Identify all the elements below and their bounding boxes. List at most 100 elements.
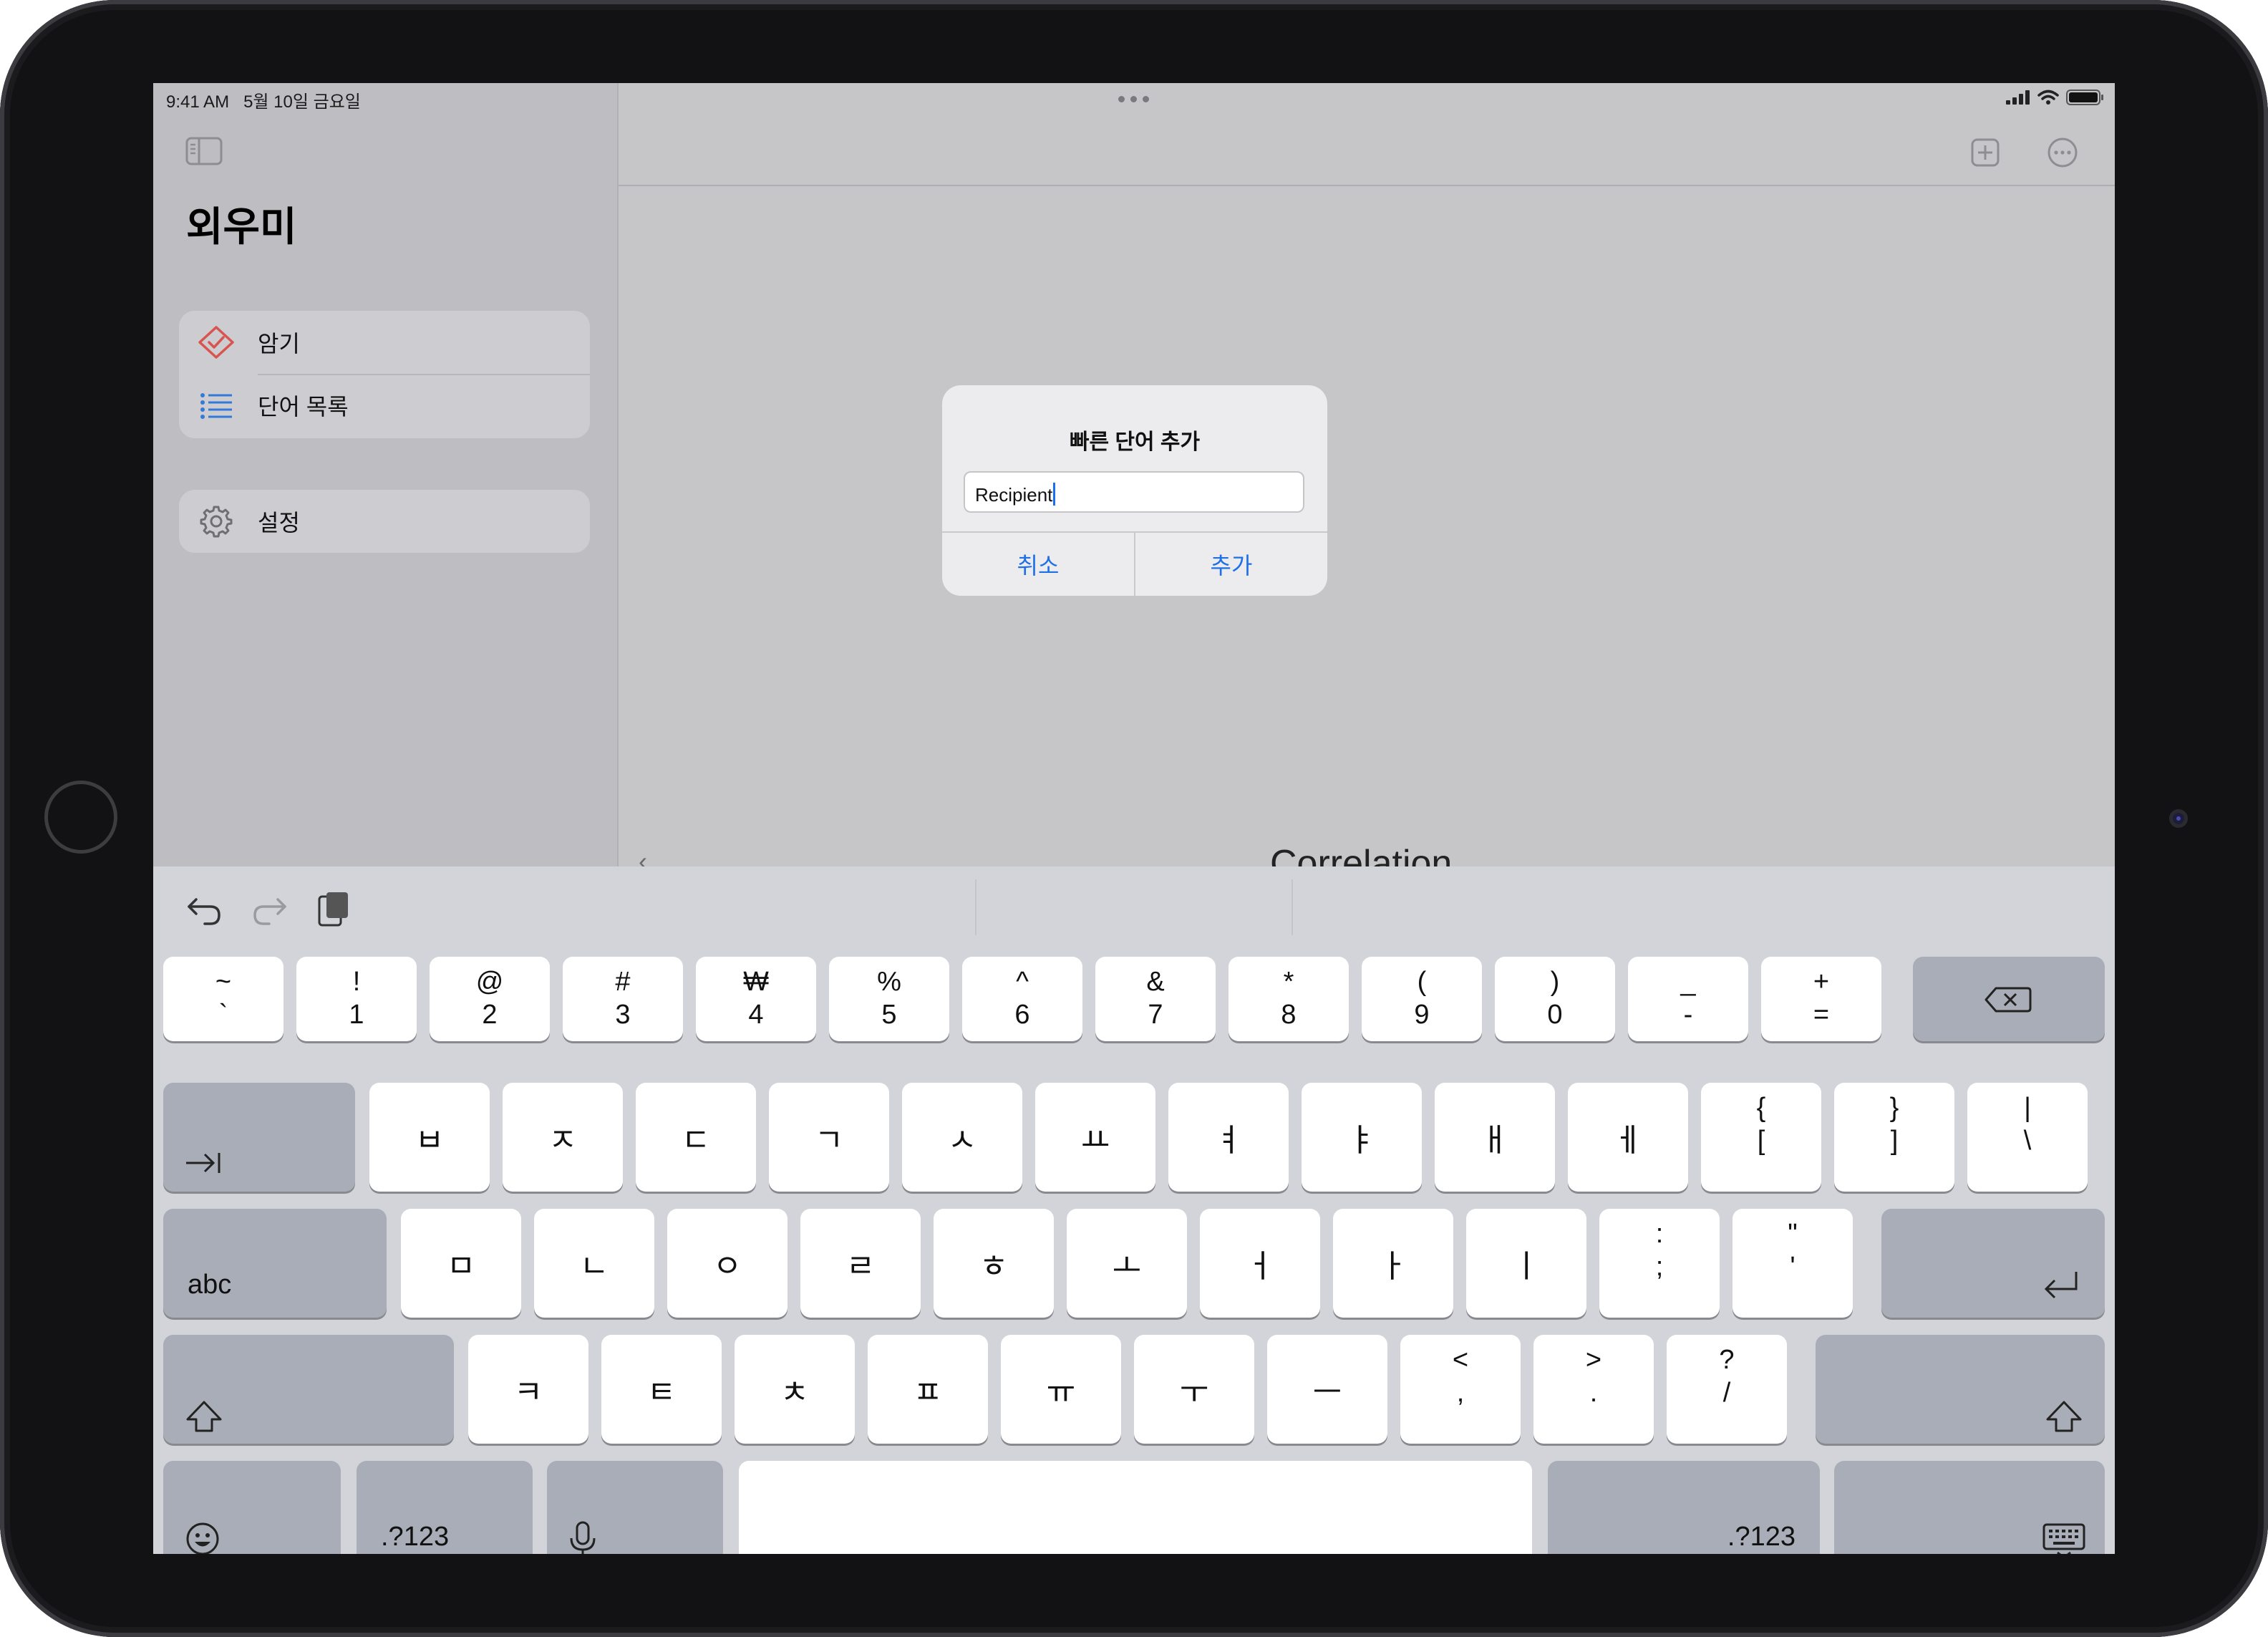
key-hangul[interactable]: ㄷ [636, 1083, 756, 1192]
sidebar-toggle-icon[interactable] [185, 136, 223, 166]
key-hangul[interactable]: ㅂ [369, 1083, 490, 1192]
key-symbol[interactable]: }] [1834, 1083, 1954, 1192]
key-hangul[interactable]: ㅛ [1035, 1083, 1155, 1192]
key-hangul[interactable]: ㅅ [902, 1083, 1022, 1192]
add-icon[interactable] [1967, 135, 2003, 170]
paste-icon[interactable] [315, 889, 352, 928]
ipad-device-frame: 9:41 AM 5월 10일 금요일 외우미 암기 단어 목록 설정 ‹ Cor… [0, 0, 2268, 1637]
keyboard: ~ `! 1 @2 #3 ₩4% 5 ^ 6 & 7 * 8(9) 0 _ - + = ㅂㅈㄷㄱㅅ ㅛ ㅕ ㅑ ㅐ ㅔ {[}… [153, 866, 2115, 1554]
numbers-key-right[interactable]: .?123 [1548, 1461, 1820, 1554]
shift-key-left[interactable] [163, 1335, 454, 1444]
key-symbol[interactable]: <, [1400, 1335, 1521, 1444]
key-hangul[interactable]: ㅕ [1168, 1083, 1289, 1192]
more-options-icon[interactable] [2045, 135, 2080, 170]
cancel-button[interactable]: 취소 [942, 533, 1134, 596]
key-char: ㅔ [1613, 1123, 1643, 1158]
shift-key-right[interactable] [1816, 1335, 2105, 1444]
key-shift-char: { [1756, 1093, 1766, 1123]
key-6[interactable]: % 5 [829, 957, 949, 1041]
diamond-check-icon [198, 326, 234, 359]
tab-arrow-icon [186, 1153, 220, 1173]
word-input[interactable]: Recipient [964, 471, 1304, 513]
sidebar-item-word-list[interactable]: 단어 목록 [179, 374, 590, 437]
key-shift-char: ) [1550, 967, 1560, 997]
key-7[interactable]: ^ 6 [962, 957, 1082, 1041]
key-symbol[interactable]: {[ [1701, 1083, 1821, 1192]
space-bar[interactable] [739, 1461, 1532, 1554]
dismiss-keyboard-key[interactable] [1834, 1461, 2105, 1554]
key-symbol[interactable]: | \ [1967, 1083, 2088, 1192]
delete-key[interactable] [1913, 957, 2105, 1041]
key-hangul[interactable]: ㅜ [1134, 1335, 1254, 1444]
key-1[interactable]: ~ ` [163, 957, 284, 1041]
key-base-char: ] [1890, 1126, 1899, 1156]
sidebar-item-memorize[interactable]: 암기 [179, 311, 590, 374]
key-symbol[interactable]: ? / [1667, 1335, 1787, 1444]
key-base-char: 5 [881, 1000, 897, 1030]
key-2[interactable]: ! 1 [296, 957, 417, 1041]
key-hangul[interactable]: ㅏ [1333, 1209, 1453, 1318]
tab-key[interactable] [163, 1083, 355, 1192]
key-hangul[interactable]: ㅊ [735, 1335, 855, 1444]
home-button[interactable] [44, 781, 117, 854]
key-hangul[interactable]: ㅠ [1001, 1335, 1121, 1444]
key-hangul[interactable]: ㅐ [1435, 1083, 1555, 1192]
key-hangul[interactable]: ㅎ [934, 1209, 1054, 1318]
key-hangul[interactable]: ㄴ [534, 1209, 654, 1318]
key-base-char: ; [1655, 1252, 1664, 1282]
key-shift-char: ₩ [743, 967, 769, 997]
shift-icon [2046, 1401, 2082, 1432]
key-hangul[interactable]: ㅔ [1568, 1083, 1688, 1192]
key-13[interactable]: + = [1761, 957, 1881, 1041]
key-base-char: 9 [1414, 1000, 1430, 1030]
key-base-char: , [1456, 1378, 1465, 1408]
status-icons [2006, 89, 2105, 106]
key-base-char: 1 [349, 1000, 364, 1030]
key-hangul[interactable]: ㅡ [1267, 1335, 1387, 1444]
key-hangul[interactable]: ㅈ [503, 1083, 623, 1192]
key-hangul[interactable]: ㅋ [468, 1335, 588, 1444]
key-shift-char: & [1146, 967, 1165, 997]
key-char: ㅑ [1347, 1123, 1377, 1158]
quick-add-word-alert: 빠른 단어 추가 Recipient 취소 추가 [942, 385, 1327, 596]
key-hangul[interactable]: ㄹ [800, 1209, 921, 1318]
multitasking-dots-icon[interactable] [1118, 96, 1149, 102]
key-char: ㅛ [1080, 1123, 1110, 1158]
abc-key[interactable]: abc [163, 1209, 387, 1318]
key-hangul[interactable]: ㅌ [601, 1335, 722, 1444]
text-caret [1053, 483, 1056, 506]
key-hangul[interactable]: ㄱ [769, 1083, 889, 1192]
key-9[interactable]: * 8 [1228, 957, 1349, 1041]
key-10[interactable]: (9 [1362, 957, 1482, 1041]
key-hangul[interactable]: ㅍ [868, 1335, 988, 1444]
undo-icon[interactable] [186, 889, 223, 928]
key-symbol[interactable]: >. [1533, 1335, 1654, 1444]
key-hangul[interactable]: ㅣ [1466, 1209, 1586, 1318]
key-hangul[interactable]: ㅓ [1200, 1209, 1320, 1318]
key-12[interactable]: _ - [1628, 957, 1748, 1041]
key-5[interactable]: ₩4 [696, 957, 816, 1041]
key-char: ㅐ [1480, 1123, 1510, 1158]
key-8[interactable]: & 7 [1095, 957, 1216, 1041]
key-base-char: - [1683, 1000, 1693, 1030]
key-shift-char: ? [1719, 1345, 1735, 1375]
key-11[interactable]: ) 0 [1495, 957, 1615, 1041]
key-symbol[interactable]: " ' [1732, 1209, 1853, 1318]
key-hangul[interactable]: ㅇ [667, 1209, 788, 1318]
key-base-char: 3 [615, 1000, 631, 1030]
redo-icon[interactable] [251, 889, 288, 928]
key-hangul[interactable]: ㅁ [401, 1209, 521, 1318]
numbers-key-left[interactable]: .?123 [357, 1461, 533, 1554]
sidebar-item-settings[interactable]: 설정 [179, 490, 590, 553]
key-4[interactable]: #3 [563, 957, 683, 1041]
key-hangul[interactable]: ㅑ [1302, 1083, 1422, 1192]
sidebar-settings-group: 설정 [179, 490, 590, 553]
return-key[interactable] [1881, 1209, 2105, 1318]
emoji-key[interactable] [163, 1461, 341, 1554]
dictation-key[interactable] [547, 1461, 723, 1554]
add-button[interactable]: 추가 [1135, 533, 1327, 596]
key-symbol[interactable]: :; [1599, 1209, 1720, 1318]
key-3[interactable]: @2 [430, 957, 550, 1041]
key-hangul[interactable]: ㅗ [1067, 1209, 1187, 1318]
signal-icon [2006, 90, 2030, 105]
